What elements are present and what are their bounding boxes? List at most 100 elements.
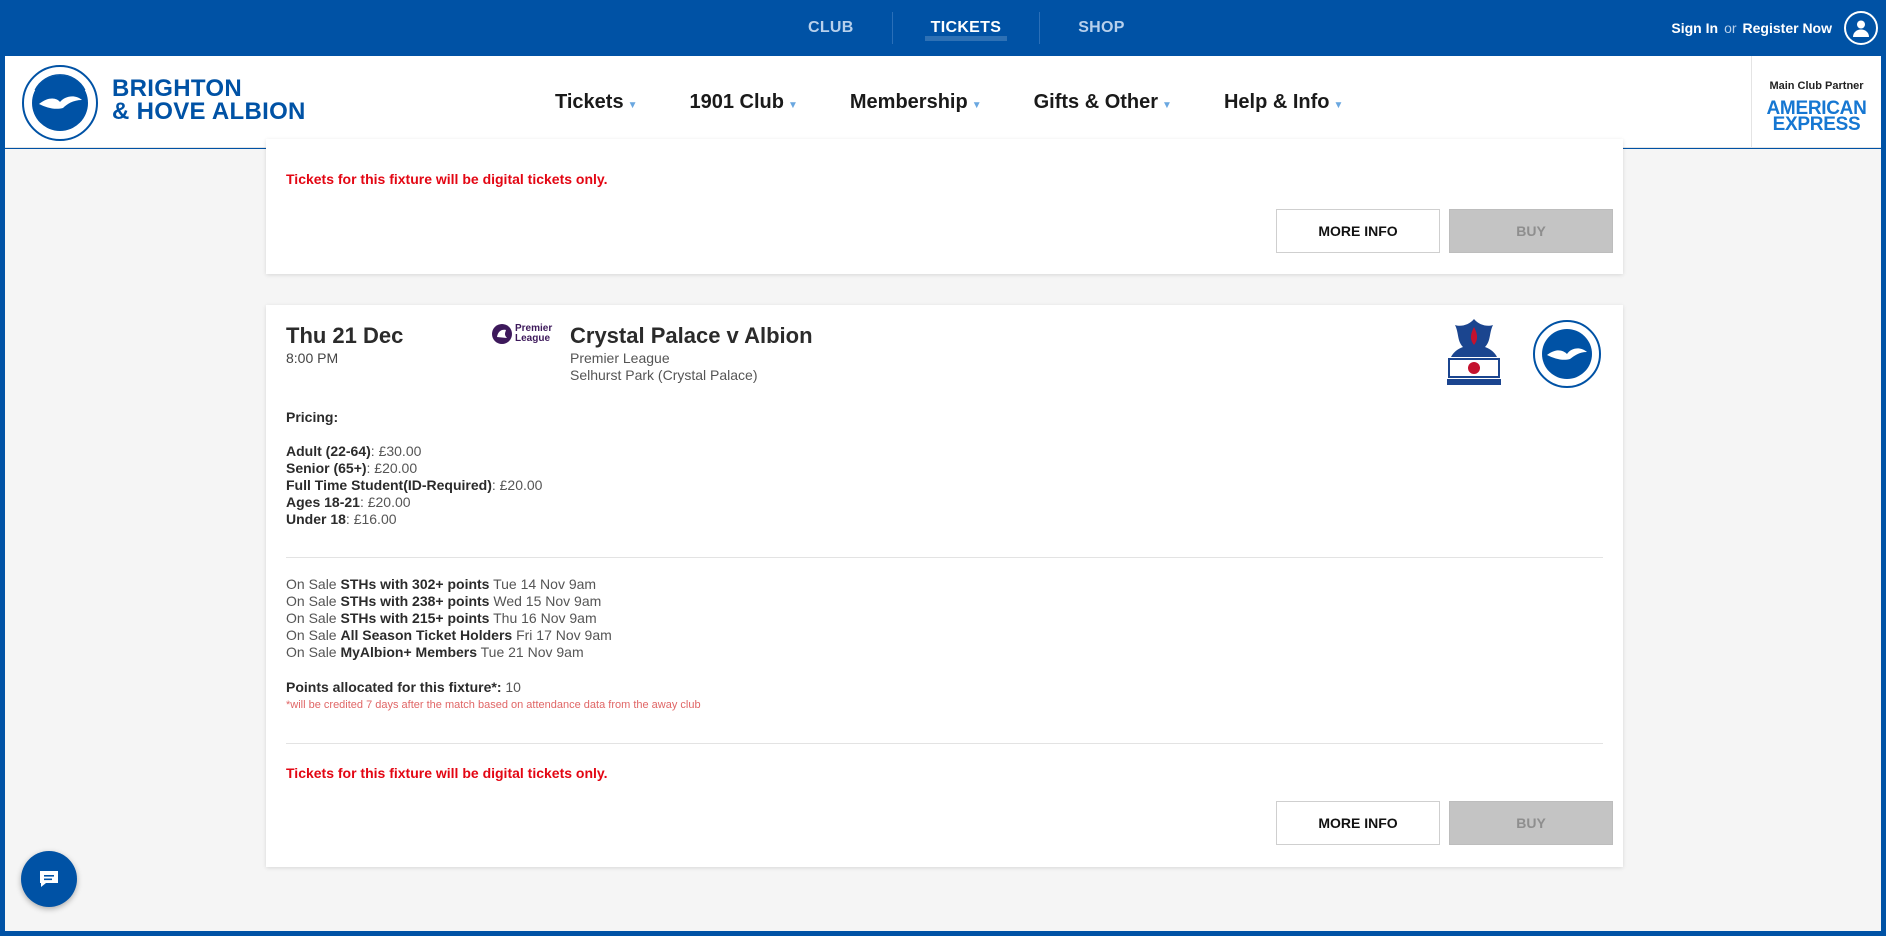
price-label: Senior (65+) [286,460,367,476]
chevron-down-icon: ▼ [787,99,798,111]
price-label: Under 18 [286,511,346,527]
price-row: Adult (22-64): £30.00 [286,443,542,460]
fixtures-content: Tickets for this fixture will be digital… [5,139,1881,931]
price-row: Full Time Student(ID-Required): £20.00 [286,477,542,494]
partner-line2: EXPRESS [1772,114,1861,135]
price-value: : £20.00 [491,477,543,493]
club-name-line1: BRIGHTON [112,75,242,102]
chat-bubble-icon [40,871,58,887]
premier-league-lion-icon [492,324,512,344]
partner-block[interactable]: Main Club Partner AMERICAN EXPRESS [1751,56,1881,148]
on-sale-date: Tue 14 Nov 9am [489,576,597,592]
fixture-venue: Selhurst Park (Crystal Palace) [570,367,758,383]
nav-help-info-label: Help & Info [1223,90,1330,113]
top-bar: CLUB TICKETS SHOP Sign In or Register No… [0,0,1886,56]
club-name[interactable]: BRIGHTON & HOVE ALBION [112,75,306,125]
price-value: : £16.00 [345,511,397,527]
on-sale-date: Tue 21 Nov 9am [477,644,584,660]
on-sale-prefix: On Sale [286,576,341,592]
price-label: Ages 18-21 [286,494,360,510]
on-sale-row: On Sale MyAlbion+ Members Tue 21 Nov 9am [286,644,612,661]
top-nav-shop[interactable]: SHOP [1040,12,1163,44]
fixture-card-crystal-palace: Thu 21 Dec 8:00 PM Premier League Crysta… [266,305,1623,867]
chevron-down-icon: ▼ [1333,99,1344,111]
on-sale-row: On Sale STHs with 302+ points Tue 14 Nov… [286,576,612,593]
more-info-button[interactable]: MORE INFO [1276,209,1440,253]
user-icon [1853,20,1869,37]
divider [286,557,1603,558]
sign-in-link[interactable]: Sign In [1671,20,1718,36]
nav-membership[interactable]: Membership ▼ [850,91,982,114]
points-label: Points allocated for this fixture*: [286,679,502,695]
on-sale-row: On Sale STHs with 238+ points Wed 15 Nov… [286,593,612,610]
nav-gifts-other[interactable]: Gifts & Other ▼ [1034,91,1172,114]
price-label: Adult (22-64) [286,443,371,459]
price-row: Ages 18-21: £20.00 [286,494,542,511]
on-sale-row: On Sale All Season Ticket Holders Fri 17… [286,627,612,644]
albion-crest-icon [1533,320,1601,388]
points-allocated: Points allocated for this fixture*: 10 [286,679,521,695]
account-links: Sign In or Register Now [1671,10,1878,46]
or-text: or [1724,20,1737,36]
on-sale-list: On Sale STHs with 302+ points Tue 14 Nov… [286,576,612,661]
price-label: Full Time Student(ID-Required) [286,477,492,493]
top-nav-club[interactable]: CLUB [770,12,893,44]
on-sale-group: All Season Ticket Holders [340,627,513,643]
divider [286,743,1603,744]
more-info-button[interactable]: MORE INFO [1276,801,1440,845]
nav-membership-label: Membership [849,90,968,113]
price-row: Under 18: £16.00 [286,511,542,528]
buy-button[interactable]: BUY [1449,801,1613,845]
on-sale-prefix: On Sale [286,593,341,609]
chevron-down-icon: ▼ [627,99,638,111]
on-sale-group: MyAlbion+ Members [340,644,478,660]
pricing-heading: Pricing: [286,409,339,425]
on-sale-prefix: On Sale [286,644,341,660]
price-value: : £20.00 [366,460,418,476]
fixture-card-previous: Tickets for this fixture will be digital… [266,139,1623,274]
nav-gifts-other-label: Gifts & Other [1033,90,1159,113]
on-sale-date: Wed 15 Nov 9am [489,593,602,609]
digital-tickets-notice: Tickets for this fixture will be digital… [286,171,608,187]
points-note: *will be credited 7 days after the match… [286,699,701,711]
account-avatar-button[interactable] [1844,11,1878,45]
price-value: : £30.00 [370,443,422,459]
american-express-logo: AMERICAN EXPRESS [1752,99,1881,135]
crystal-palace-crest-icon [1447,319,1501,385]
chat-button[interactable] [21,851,77,907]
nav-1901-club-label: 1901 Club [689,90,784,113]
price-row: Senior (65+): £20.00 [286,460,542,477]
nav-tickets-label: Tickets [555,90,624,113]
on-sale-group: STHs with 238+ points [340,593,490,609]
partner-label: Main Club Partner [1769,80,1864,92]
main-header: BRIGHTON & HOVE ALBION Tickets ▼ 1901 Clu… [5,56,1881,148]
chevron-down-icon: ▼ [1162,99,1172,111]
club-name-line2: & HOVE ALBION [112,98,306,125]
on-sale-date: Fri 17 Nov 9am [512,627,612,643]
digital-tickets-notice: Tickets for this fixture will be digital… [286,765,608,781]
albion-crest-icon [22,65,98,141]
nav-help-info[interactable]: Help & Info ▼ [1224,91,1343,114]
register-link[interactable]: Register Now [1743,20,1832,36]
fixture-competition: Premier League [570,350,670,366]
premier-league-logo: Premier League [491,323,552,345]
pl-logo-line2: League [515,333,551,344]
price-value: : £20.00 [359,494,411,510]
on-sale-group: STHs with 215+ points [340,610,490,626]
top-nav-tickets[interactable]: TICKETS [893,12,1041,44]
club-crest-logo[interactable] [21,64,99,142]
fixture-title: Crystal Palace v Albion [570,323,813,348]
fixture-time: 8:00 PM [286,350,339,366]
on-sale-group: STHs with 302+ points [340,576,490,592]
fixture-date: Thu 21 Dec [286,323,404,348]
on-sale-prefix: On Sale [286,610,341,626]
on-sale-row: On Sale STHs with 215+ points Thu 16 Nov… [286,610,612,627]
chevron-down-icon: ▼ [971,99,982,111]
pricing-block: Pricing: Adult (22-64): £30.00 Senior (6… [286,409,542,528]
nav-tickets[interactable]: Tickets ▼ [555,91,637,114]
buy-button[interactable]: BUY [1449,209,1613,253]
nav-1901-club[interactable]: 1901 Club ▼ [689,91,797,114]
on-sale-prefix: On Sale [286,627,341,643]
points-value: 10 [501,679,521,695]
top-nav: CLUB TICKETS SHOP [770,0,1163,56]
